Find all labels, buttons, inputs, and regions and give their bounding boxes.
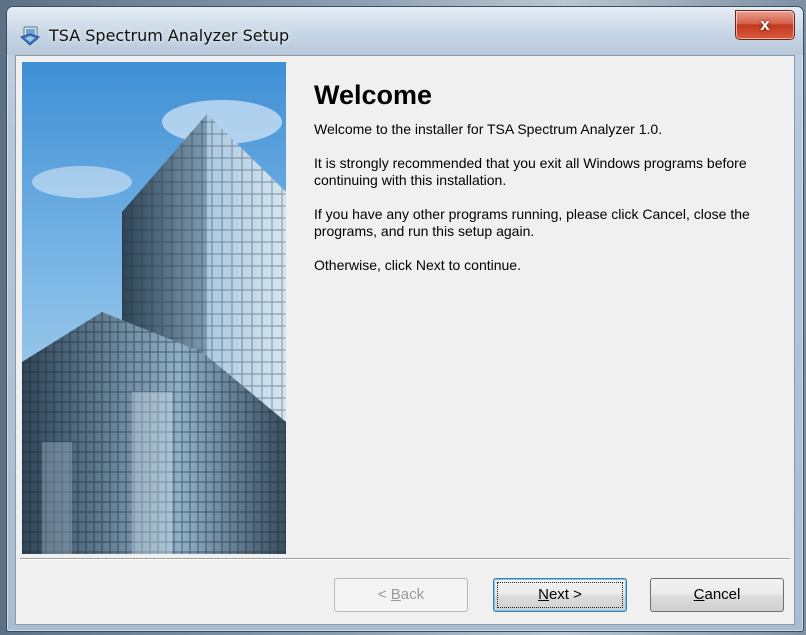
back-button[interactable]: < Back — [334, 578, 468, 612]
close-button[interactable]: x — [735, 10, 795, 40]
focus-rectangle — [497, 582, 623, 608]
close-icon: x — [760, 15, 770, 34]
cancel-button[interactable]: Cancel — [650, 578, 784, 612]
cancel-label-suffix: ancel — [704, 586, 741, 603]
window-title: TSA Spectrum Analyzer Setup — [49, 26, 290, 45]
back-mnemonic: B — [390, 586, 401, 603]
recommendation-text: It is strongly recommended that you exit… — [314, 155, 747, 188]
wizard-client-area: Welcome Welcome to the installer for TSA… — [15, 55, 795, 625]
next-instruction-text: Otherwise, click Next to continue. — [314, 257, 521, 273]
page-title: Welcome — [314, 80, 433, 110]
back-label-suffix: ack — [400, 586, 425, 603]
cancel-mnemonic: C — [693, 586, 705, 603]
back-label-prefix: < — [377, 586, 391, 603]
setup-installer-icon — [20, 26, 40, 46]
welcome-text: Welcome to the installer for TSA Spectru… — [314, 121, 663, 137]
title-bar[interactable]: TSA Spectrum Analyzer Setup x — [7, 7, 803, 55]
button-separator — [20, 558, 790, 560]
next-button[interactable]: Next > — [493, 578, 627, 612]
setup-window: TSA Spectrum Analyzer Setup x Welcome We… — [6, 6, 804, 632]
cancel-instruction-text: If you have any other programs running, … — [314, 206, 750, 239]
office-skyscraper-image — [22, 62, 286, 554]
welcome-content: Welcome Welcome to the installer for TSA… — [314, 80, 784, 291]
